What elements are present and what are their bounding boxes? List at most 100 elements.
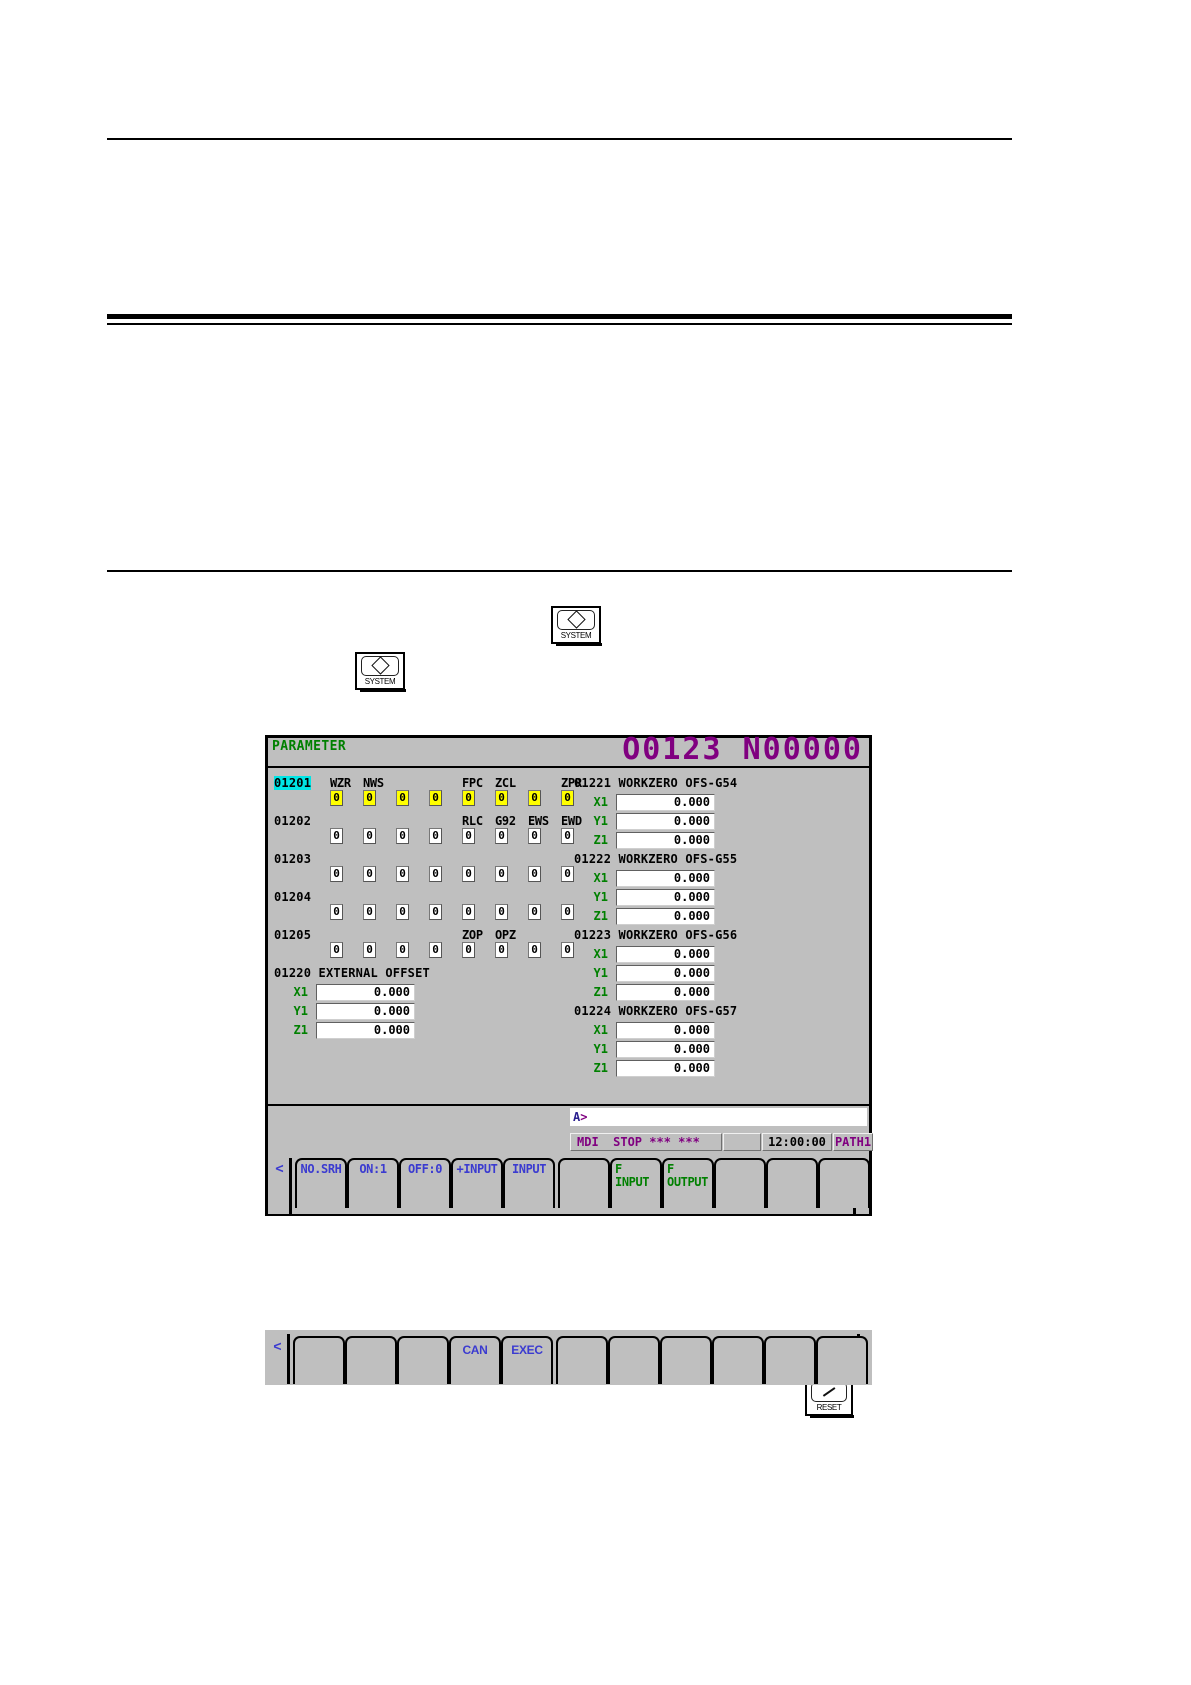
- softkey-bar-secondary: < CAN EXEC: [265, 1330, 872, 1385]
- axis-label: X1: [593, 795, 608, 809]
- bit-value-cell[interactable]: 0: [462, 904, 475, 920]
- bit-name: [396, 776, 429, 790]
- softkey2-blank-h[interactable]: [764, 1336, 816, 1384]
- softkey2-blank-i[interactable]: [816, 1336, 868, 1384]
- axis-value-field[interactable]: 0.000: [316, 1003, 415, 1020]
- softkey-plus-input[interactable]: +INPUT: [451, 1158, 503, 1208]
- axis-value-field[interactable]: 0.000: [616, 1041, 715, 1058]
- bit-value-cell[interactable]: 0: [561, 828, 574, 844]
- axis-label: Y1: [593, 890, 608, 904]
- bit-value-cell[interactable]: 0: [462, 942, 475, 958]
- bit-parameter-number[interactable]: 01205: [274, 928, 311, 942]
- axis-label: Z1: [593, 985, 608, 999]
- bit-value-cell[interactable]: 0: [561, 866, 574, 882]
- system-key-body[interactable]: SYSTEM: [355, 652, 406, 692]
- bit-value-cell[interactable]: 0: [528, 866, 541, 882]
- bit-value-cell[interactable]: 0: [561, 790, 574, 806]
- softkey2-blank-a[interactable]: [293, 1336, 345, 1384]
- bit-value-cell[interactable]: 0: [462, 866, 475, 882]
- bit-value-cell[interactable]: 0: [396, 942, 409, 958]
- softkey2-blank-c[interactable]: [397, 1336, 449, 1384]
- axis-value-field[interactable]: 0.000: [616, 908, 715, 925]
- axis-label: Y1: [593, 814, 608, 828]
- softkey-blank-4[interactable]: [818, 1158, 870, 1208]
- bit-value-cell[interactable]: 0: [429, 828, 442, 844]
- axis-value-field[interactable]: 0.000: [616, 813, 715, 830]
- axis-value-field[interactable]: 0.000: [616, 870, 715, 887]
- softkey2-blank-b[interactable]: [345, 1336, 397, 1384]
- softkey2-blank-f[interactable]: [660, 1336, 712, 1384]
- system-key-top[interactable]: SYSTEM: [551, 606, 602, 646]
- bit-value-cell[interactable]: 0: [429, 904, 442, 920]
- axis-value-field[interactable]: 0.000: [616, 1022, 715, 1039]
- bit-value-cell[interactable]: 0: [429, 942, 442, 958]
- axis-value-field[interactable]: 0.000: [616, 946, 715, 963]
- bit-parameter-number[interactable]: 01202: [274, 814, 311, 828]
- bit-value-cell[interactable]: 0: [330, 790, 343, 806]
- softkey2-blank-e[interactable]: [608, 1336, 660, 1384]
- axis-value-field[interactable]: 0.000: [616, 984, 715, 1001]
- bit-value-cell[interactable]: 0: [330, 942, 343, 958]
- bit-value-cell[interactable]: 0: [330, 866, 343, 882]
- softkey-no-srh[interactable]: NO.SRH: [295, 1158, 347, 1208]
- bit-name: WZR: [330, 776, 351, 790]
- axis-value-field[interactable]: 0.000: [316, 984, 415, 1001]
- bit-value-cell[interactable]: 0: [363, 790, 376, 806]
- bit-value-cell[interactable]: 0: [330, 828, 343, 844]
- softkey2-exec[interactable]: EXEC: [501, 1336, 553, 1384]
- softkey2-blank-d[interactable]: [556, 1336, 608, 1384]
- rule-section-1-top: [107, 314, 1012, 319]
- bit-parameter-number[interactable]: 01203: [274, 852, 311, 866]
- axis-value-field[interactable]: 0.000: [616, 889, 715, 906]
- bit-value-cell[interactable]: 0: [396, 904, 409, 920]
- bit-value-cell[interactable]: 0: [363, 904, 376, 920]
- softkey-off-0[interactable]: OFF:0: [399, 1158, 451, 1208]
- axis-value-field[interactable]: 0.000: [316, 1022, 415, 1039]
- bit-value-cell[interactable]: 0: [495, 866, 508, 882]
- bit-value-cell[interactable]: 0: [561, 942, 574, 958]
- softkey2-back-icon[interactable]: <: [268, 1334, 290, 1384]
- program-id: O0123 N00000: [622, 732, 863, 767]
- bit-value-cell[interactable]: 0: [429, 866, 442, 882]
- bit-name: [396, 928, 429, 942]
- bit-value-cell[interactable]: 0: [495, 790, 508, 806]
- bit-value-cell[interactable]: 0: [363, 828, 376, 844]
- bit-name-row: EWD EWS G92 RLC: [330, 814, 594, 828]
- bit-value-cell[interactable]: 0: [462, 790, 475, 806]
- bit-value-cell[interactable]: 0: [528, 942, 541, 958]
- softkey-blank-1[interactable]: [558, 1158, 610, 1208]
- bit-value-cell[interactable]: 0: [528, 828, 541, 844]
- softkey-on-1[interactable]: ON:1: [347, 1158, 399, 1208]
- bit-value-cell[interactable]: 0: [495, 942, 508, 958]
- bit-value-cell[interactable]: 0: [462, 828, 475, 844]
- bit-value-cell[interactable]: 0: [363, 942, 376, 958]
- axis-value-field[interactable]: 0.000: [616, 794, 715, 811]
- softkey-blank-3[interactable]: [766, 1158, 818, 1208]
- bit-parameter-number[interactable]: 01204: [274, 890, 311, 904]
- softkey-f-input[interactable]: F INPUT: [610, 1158, 662, 1208]
- softkey-blank-2[interactable]: [714, 1158, 766, 1208]
- axis-value-field[interactable]: 0.000: [616, 832, 715, 849]
- softkey2-can[interactable]: CAN: [449, 1336, 501, 1384]
- command-arrow: >: [580, 1110, 588, 1124]
- softkey2-blank-g[interactable]: [712, 1336, 764, 1384]
- bit-value-cell[interactable]: 0: [396, 790, 409, 806]
- bit-value-cell[interactable]: 0: [429, 790, 442, 806]
- bit-value-cell[interactable]: 0: [363, 866, 376, 882]
- command-input[interactable]: A>: [570, 1108, 867, 1126]
- softkey-f-output[interactable]: F OUTPUT: [662, 1158, 714, 1208]
- bit-value-cell[interactable]: 0: [528, 790, 541, 806]
- bit-parameter-number[interactable]: 01201: [274, 776, 312, 790]
- axis-value-field[interactable]: 0.000: [616, 1060, 715, 1077]
- bit-value-cell[interactable]: 0: [396, 866, 409, 882]
- bit-value-cell[interactable]: 0: [561, 904, 574, 920]
- softkey-back-icon[interactable]: <: [270, 1158, 292, 1214]
- workzero-offset-heading: 01223 WORKZERO OFS-G56: [574, 928, 738, 942]
- bit-value-cell[interactable]: 0: [528, 904, 541, 920]
- softkey-input[interactable]: INPUT: [503, 1158, 555, 1208]
- axis-value-field[interactable]: 0.000: [616, 965, 715, 982]
- bit-value-cell[interactable]: 0: [495, 904, 508, 920]
- bit-value-cell[interactable]: 0: [330, 904, 343, 920]
- bit-value-cell[interactable]: 0: [495, 828, 508, 844]
- bit-value-cell[interactable]: 0: [396, 828, 409, 844]
